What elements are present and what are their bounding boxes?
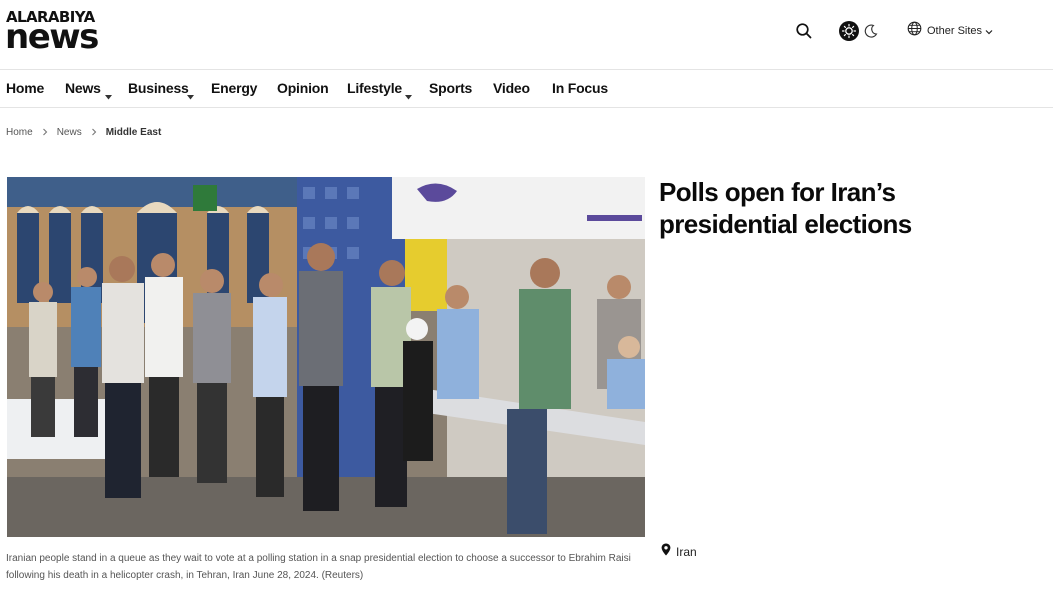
breadcrumb-current: Middle East xyxy=(105,126,162,138)
theme-toggle[interactable] xyxy=(839,21,881,41)
other-sites-dropdown[interactable]: Other Sites xyxy=(907,21,993,41)
breadcrumb: Home News Middle East xyxy=(6,125,161,139)
breadcrumb-home[interactable]: Home xyxy=(6,127,33,138)
nav-item-news[interactable]: News xyxy=(65,80,101,96)
nav-item-video[interactable]: Video xyxy=(493,80,530,96)
article-headline: Polls open for Iran’s presidential elect… xyxy=(659,177,912,239)
nav-item-business[interactable]: Business xyxy=(128,80,189,96)
site-header: ALARABIYA news Other Sites xyxy=(0,0,1053,70)
chevron-down-icon xyxy=(985,22,993,40)
search-icon[interactable] xyxy=(795,22,813,40)
nav-item-sports[interactable]: Sports xyxy=(429,80,472,96)
photo-caption-line-2: following his death in a helicopter cras… xyxy=(6,570,364,581)
nav-item-home[interactable]: Home xyxy=(6,80,44,96)
chevron-down-icon[interactable] xyxy=(187,87,194,100)
main-nav: Home News Business Energy Opinion Lifest… xyxy=(0,70,1053,108)
alarabiya-logo[interactable]: ALARABIYA news xyxy=(5,9,106,57)
nav-item-lifestyle[interactable]: Lifestyle xyxy=(347,80,402,96)
globe-icon xyxy=(907,21,922,41)
nav-item-energy[interactable]: Energy xyxy=(211,80,257,96)
nav-item-opinion[interactable]: Opinion xyxy=(277,80,329,96)
breadcrumb-news[interactable]: News xyxy=(57,127,82,138)
photo-caption: Iranian people stand in a queue as they … xyxy=(6,550,636,584)
chevron-down-icon[interactable] xyxy=(405,87,412,100)
moon-icon xyxy=(863,23,879,39)
other-sites-label: Other Sites xyxy=(927,25,983,37)
location-tag[interactable]: Iran xyxy=(661,543,697,561)
chevron-right-icon xyxy=(42,128,48,136)
logo-wordmark-bottom: news xyxy=(5,17,99,57)
sun-icon xyxy=(839,21,859,41)
location-tag-label: Iran xyxy=(676,545,697,559)
chevron-right-icon xyxy=(91,128,97,136)
nav-item-in-focus[interactable]: In Focus xyxy=(552,80,608,96)
chevron-down-icon[interactable] xyxy=(105,87,112,100)
location-pin-icon xyxy=(661,543,671,561)
photo-caption-line-1: Iranian people stand in a queue as they … xyxy=(6,553,631,564)
article-photo xyxy=(7,177,645,537)
